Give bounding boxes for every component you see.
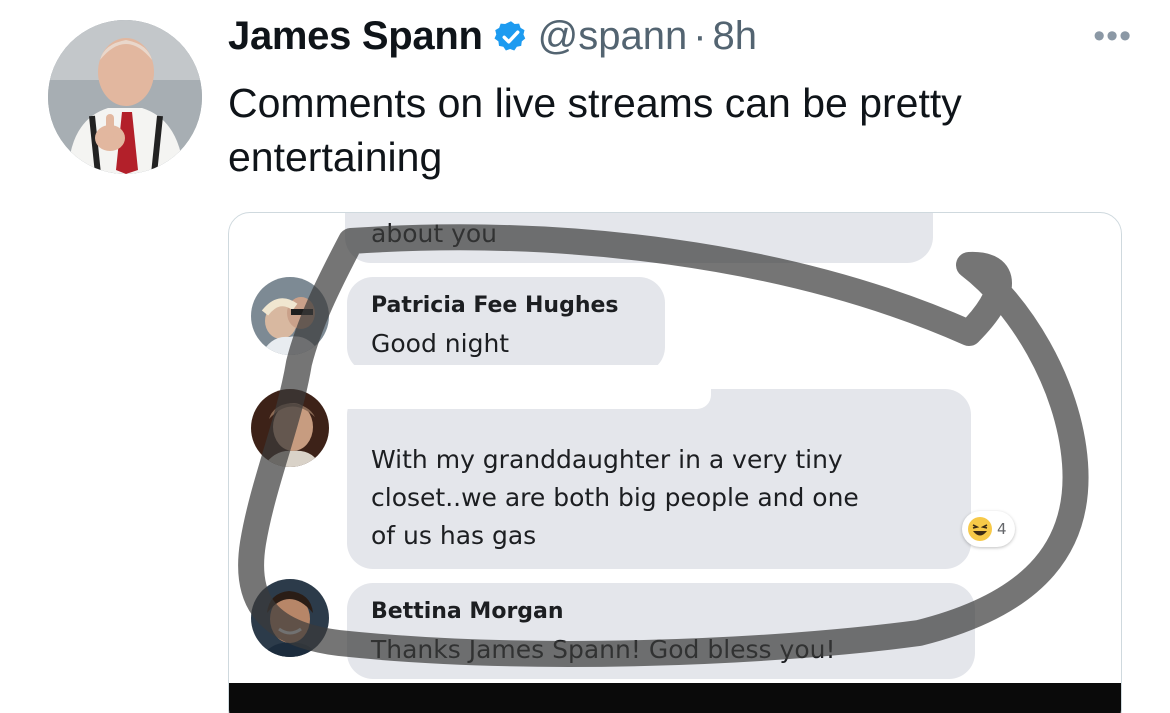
author-handle[interactable]: @spann	[538, 14, 688, 59]
media-bottom-bar	[229, 683, 1121, 713]
haha-emoji-icon	[968, 517, 992, 541]
author-avatar[interactable]	[48, 20, 202, 174]
commenter-name: Patricia Fee Hughes	[371, 293, 619, 318]
reaction-count: 4	[997, 520, 1007, 538]
tweet-header: James Spann @spann · 8h	[228, 14, 757, 59]
commenter-avatar	[251, 579, 329, 657]
tweet-text: Comments on live streams can be pretty e…	[228, 80, 962, 180]
tweet-timestamp[interactable]: 8h	[713, 14, 758, 59]
commenter-avatar	[251, 277, 329, 355]
comment-text-line: closet..we are both big people and one	[371, 483, 859, 512]
comment-text-line: of us has gas	[371, 521, 537, 550]
commenter-name: Bettina Morgan	[371, 599, 564, 624]
comment-text: Thanks James Spann! God bless you!	[371, 635, 836, 664]
separator-dot: ·	[693, 14, 707, 58]
tweet-media[interactable]: about you Patricia Fee Hughes Good night…	[228, 212, 1122, 713]
comment-text-line: With my granddaughter in a very tiny	[371, 445, 843, 474]
author-name[interactable]: James Spann	[228, 14, 483, 59]
more-options-icon[interactable]: •••	[1093, 19, 1132, 53]
partial-comment-text: about you	[371, 219, 498, 248]
redacted-name-area	[339, 365, 711, 409]
author-photo	[48, 20, 202, 174]
reaction-badge: 4	[962, 511, 1015, 547]
verified-badge-icon	[494, 20, 525, 50]
comment-text: Good night	[371, 329, 510, 358]
commenter-avatar	[251, 389, 329, 467]
